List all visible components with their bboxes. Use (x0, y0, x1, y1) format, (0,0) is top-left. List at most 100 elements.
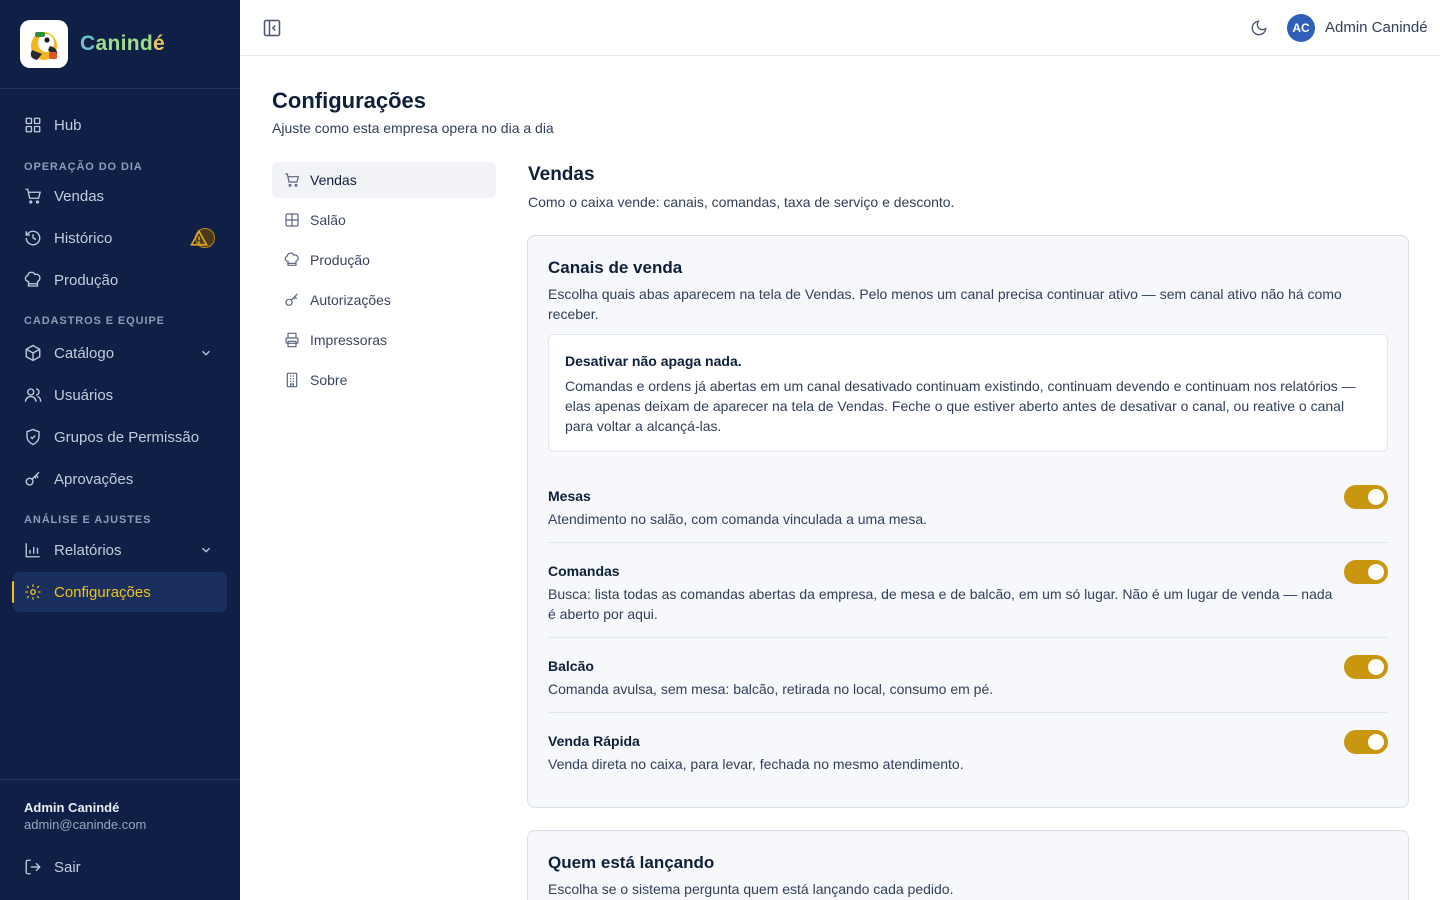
mesas-toggle[interactable] (1344, 485, 1388, 509)
sidebar-item-label: Histórico (54, 229, 113, 247)
subnav-salao[interactable]: Salão (272, 202, 496, 238)
sidebar-item-label: Hub (54, 116, 82, 134)
package-icon (25, 344, 41, 362)
chef-hat-icon (284, 252, 299, 266)
sidebar-item-label: Aprovações (54, 470, 134, 488)
topbar-user-name[interactable]: Admin Canindé (1325, 19, 1428, 36)
channel-comandas: Comandas Busca: lista todas as comandas … (548, 560, 1388, 638)
sidebar-item-label: Produção (54, 271, 119, 289)
moon-icon[interactable] (1250, 19, 1268, 37)
subnav-producao[interactable]: Produção (272, 242, 496, 278)
topbar: AC Admin Canindé (240, 0, 1440, 56)
toggle-knob (1368, 489, 1384, 505)
canais-card: Canais de venda Escolha quais abas apare… (527, 235, 1409, 808)
sidebar-item-historico[interactable]: Histórico (13, 218, 227, 258)
sidebar-item-label: Relatórios (54, 541, 122, 559)
section-analise: ANÁLISE E AJUSTES (24, 514, 152, 526)
channel-name: Comandas (548, 563, 620, 579)
avatar[interactable]: AC (1287, 14, 1315, 42)
chevron-down-icon (202, 547, 210, 553)
sidebar-item-relatorios[interactable]: Relatórios (13, 530, 227, 570)
comandas-toggle[interactable] (1344, 560, 1388, 584)
sidebar-item-hub[interactable]: Hub (13, 105, 227, 145)
sidebar-item-label: Vendas (54, 187, 105, 205)
channel-balcao: Balcão Comanda avulsa, sem mesa: balcão,… (548, 655, 1388, 713)
section-title: Vendas (528, 164, 595, 185)
building-icon (286, 372, 298, 388)
key-icon (25, 471, 40, 486)
table-grid-icon (285, 213, 299, 227)
channel-description: Venda direta no caixa, para levar, fecha… (548, 756, 964, 772)
channel-description: Atendimento no salão, com comanda vincul… (548, 511, 927, 527)
brand[interactable]: Canindé (0, 0, 240, 89)
cart-icon (285, 173, 300, 187)
sidebar-nav: Hub OPERAÇÃO DO DIA Vendas Histórico Pro… (0, 89, 240, 612)
channel-name: Venda Rápida (548, 733, 640, 749)
quem-card: Quem está lançando Escolha se o sistema … (527, 830, 1409, 900)
section-subtitle: Como o caixa vende: canais, comandas, ta… (528, 194, 955, 210)
sidebar-footer: Admin Canindé admin@caninde.com Sair (0, 779, 240, 900)
sidebar-item-usuarios[interactable]: Usuários (13, 375, 227, 415)
logout-button[interactable]: Sair (24, 858, 81, 876)
venda-rapida-toggle[interactable] (1344, 730, 1388, 754)
toggle-knob (1368, 564, 1384, 580)
sidebar-item-grupos[interactable]: Grupos de Permissão (13, 417, 227, 457)
grid-icon (25, 117, 41, 133)
card-title: Canais de venda (548, 258, 683, 277)
channel-description: Comanda avulsa, sem mesa: balcão, retira… (548, 681, 994, 697)
sidebar-item-aprovacoes[interactable]: Aprovações (13, 459, 227, 499)
sidebar-item-label: Catálogo (54, 344, 115, 362)
gear-icon (25, 584, 41, 600)
section-operacao: OPERAÇÃO DO DIA (24, 161, 143, 173)
channel-name: Mesas (548, 488, 591, 504)
subnav-label: Salão (310, 212, 346, 228)
channel-description: Busca: lista todas as comandas abertas d… (548, 586, 1333, 622)
users-icon (24, 388, 42, 402)
bar-chart-icon (25, 543, 40, 558)
subnav-sobre[interactable]: Sobre (272, 362, 496, 398)
page-title: Configurações (272, 88, 427, 113)
toggle-knob (1368, 734, 1384, 750)
channel-mesas: Mesas Atendimento no salão, com comanda … (548, 485, 1388, 543)
sidebar: Canindé Hub OPERAÇÃO DO DIA Vendas Histó… (0, 0, 240, 900)
sidebar-user-email: admin@caninde.com (24, 817, 147, 832)
section-cadastros: CADASTROS E EQUIPE (24, 315, 165, 327)
subnav-autorizacoes[interactable]: Autorizações (272, 282, 496, 318)
sidebar-item-label: Usuários (54, 386, 114, 404)
page-subtitle: Ajuste como esta empresa opera no dia a … (272, 120, 554, 136)
sidebar-item-configuracoes[interactable]: Configurações (12, 572, 227, 612)
sidebar-user-name: Admin Canindé (24, 800, 120, 815)
sidebar-item-vendas[interactable]: Vendas (13, 176, 227, 216)
subnav-label: Produção (310, 252, 370, 268)
sidebar-toggle-icon[interactable] (262, 18, 282, 38)
settings-subnav: Vendas Salão Produção Autorizações Impre… (272, 162, 496, 402)
printer-icon (285, 332, 299, 348)
chef-hat-icon (24, 271, 41, 287)
subnav-impressoras[interactable]: Impressoras (272, 322, 496, 358)
logout-icon (25, 859, 41, 875)
warning-icon (190, 228, 215, 248)
history-icon (25, 230, 41, 246)
logout-label: Sair (54, 858, 81, 876)
note-title: Desativar não apaga nada. (565, 353, 742, 369)
balcao-toggle[interactable] (1344, 655, 1388, 679)
brand-name: Canindé (80, 32, 165, 55)
sidebar-item-catalogo[interactable]: Catálogo (13, 333, 227, 373)
subnav-label: Vendas (310, 172, 357, 188)
sidebar-item-label: Configurações (54, 583, 151, 601)
channel-name: Balcão (548, 658, 594, 674)
subnav-label: Impressoras (310, 332, 388, 348)
card-description: Escolha se o sistema pergunta quem está … (548, 881, 954, 897)
note-body: Comandas e ordens já abertas em um canal… (565, 378, 1356, 434)
subnav-label: Sobre (310, 372, 348, 388)
sidebar-item-label: Grupos de Permissão (54, 428, 200, 446)
card-description: Escolha quais abas aparecem na tela de V… (548, 286, 1342, 322)
card-title: Quem está lançando (548, 853, 715, 872)
shield-check-icon (26, 428, 40, 446)
info-note: Desativar não apaga nada. Comandas e ord… (548, 334, 1388, 452)
subnav-vendas[interactable]: Vendas (272, 162, 496, 198)
key-icon (285, 293, 298, 306)
logo (20, 20, 68, 68)
chevron-down-icon (202, 350, 210, 356)
sidebar-item-producao[interactable]: Produção (13, 260, 227, 300)
